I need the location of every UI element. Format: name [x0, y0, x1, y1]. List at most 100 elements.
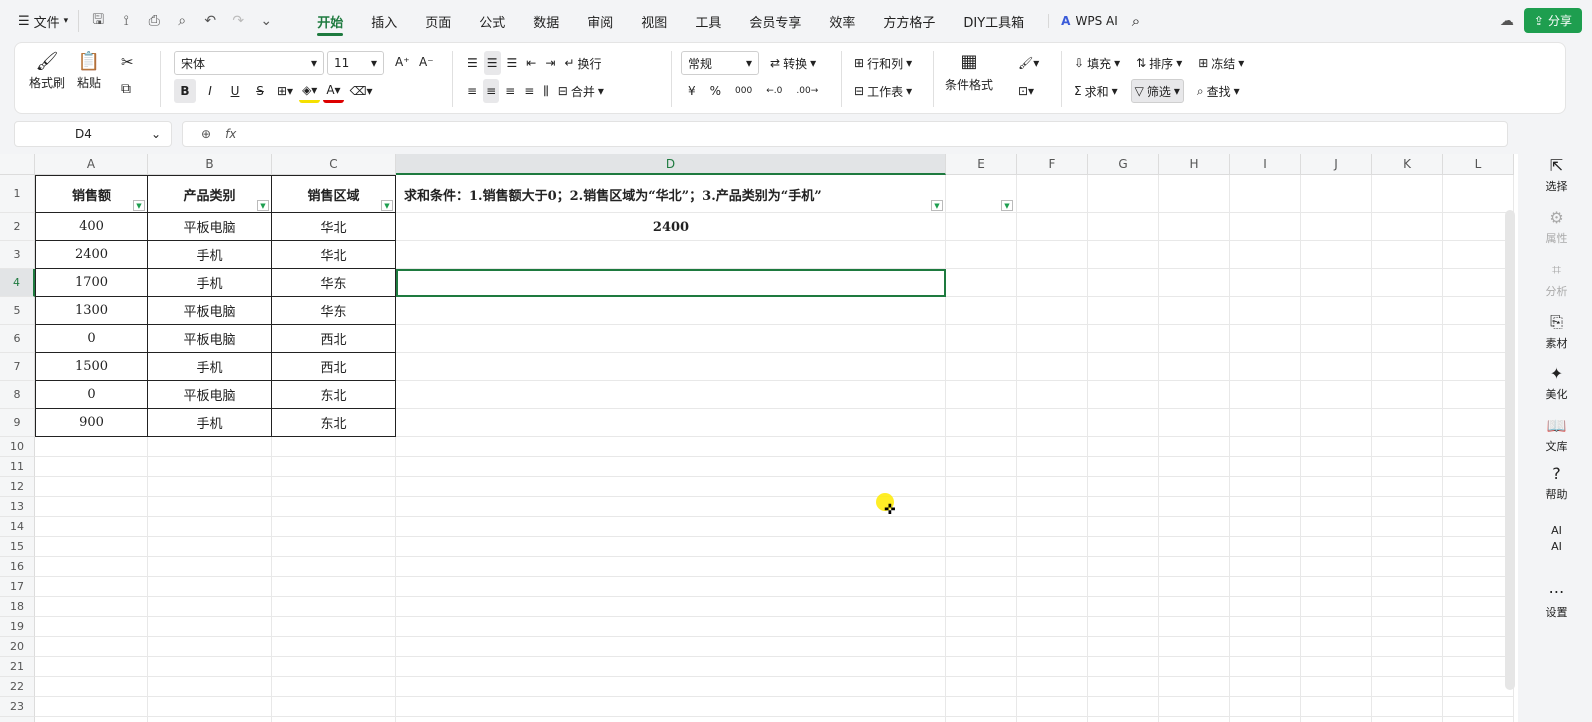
conditional-format-button[interactable]: ▦ 条件格式 [945, 51, 993, 93]
share-button[interactable]: ⇪ 分享 [1523, 8, 1582, 33]
grid-cell[interactable] [1088, 325, 1159, 353]
more-chevron-icon[interactable]: ⌄ [255, 10, 277, 32]
row-header-8[interactable]: 8 [0, 381, 35, 409]
grid-cell[interactable] [1088, 577, 1159, 597]
grid-cell[interactable] [946, 325, 1017, 353]
grid-cell[interactable] [1159, 437, 1230, 457]
grid-cell[interactable] [1443, 597, 1514, 617]
grid-cell[interactable] [946, 537, 1017, 557]
row-header-23[interactable]: 23 [0, 697, 35, 717]
grid-cell[interactable] [1443, 269, 1514, 297]
grid-cell[interactable] [1159, 497, 1230, 517]
grid-cell[interactable] [1088, 657, 1159, 677]
tab-7[interactable]: 工具 [681, 0, 735, 42]
grid-cell[interactable] [946, 381, 1017, 409]
grid-cell[interactable] [35, 437, 148, 457]
font-size-select[interactable]: 11 ▾ [327, 51, 384, 75]
row-header-21[interactable]: 21 [0, 657, 35, 677]
grid-cell[interactable] [272, 477, 396, 497]
grid-cell[interactable] [1372, 241, 1443, 269]
fx-icon[interactable]: fx [225, 127, 236, 141]
grid-cell[interactable] [1230, 437, 1301, 457]
convert-button[interactable]: ⇄ 转换 ▾ [767, 51, 819, 75]
grid-cell[interactable] [1301, 325, 1372, 353]
tab-10[interactable]: 方方格子 [869, 0, 949, 42]
row-header-7[interactable]: 7 [0, 353, 35, 381]
grid-cell[interactable] [396, 617, 946, 637]
grid-cell[interactable] [148, 537, 272, 557]
grid-cell[interactable] [1230, 697, 1301, 717]
column-header-L[interactable]: L [1443, 154, 1514, 175]
table-cell[interactable]: 1700 [35, 269, 148, 297]
grid-cell[interactable] [1088, 717, 1159, 722]
table-cell[interactable]: 华东 [272, 269, 396, 297]
grid-cell[interactable] [1443, 353, 1514, 381]
formula-input[interactable]: ⊕ fx [182, 121, 1508, 147]
grid-cell[interactable] [1372, 269, 1443, 297]
grid-cell[interactable] [148, 597, 272, 617]
column-header-F[interactable]: F [1017, 154, 1088, 175]
spreadsheet-grid[interactable]: A B C D E F G H I J K L 1 2 3 4 5 6 7 8 9 10 11 12 13 14 15 16 17 18 1… [0, 154, 1518, 722]
grid-cell[interactable] [1159, 577, 1230, 597]
row-header-11[interactable]: 11 [0, 457, 35, 477]
criteria-text-cell[interactable]: 求和条件：1.销售额大于0；2.销售区域为“华北”；3.产品类别为“手机” [404, 175, 944, 213]
grid-cell[interactable] [1088, 175, 1159, 213]
row-header-17[interactable]: 17 [0, 577, 35, 597]
grid-cell[interactable] [946, 657, 1017, 677]
grid-cell[interactable] [35, 577, 148, 597]
row-header-9[interactable]: 9 [0, 409, 35, 437]
grid-cell[interactable] [1159, 269, 1230, 297]
grid-cell[interactable] [1372, 381, 1443, 409]
table-cell[interactable]: 400 [35, 213, 148, 241]
grid-cell[interactable] [148, 437, 272, 457]
percent-button[interactable]: % [707, 79, 724, 103]
grid-cell[interactable] [1372, 297, 1443, 325]
grid-cell[interactable] [1372, 637, 1443, 657]
grid-cell[interactable] [148, 677, 272, 697]
table-cell[interactable]: 0 [35, 381, 148, 409]
grid-cell[interactable] [1088, 637, 1159, 657]
grid-cell[interactable] [1230, 297, 1301, 325]
grid-cell[interactable] [1088, 353, 1159, 381]
row-header-15[interactable]: 15 [0, 537, 35, 557]
column-header-G[interactable]: G [1088, 154, 1159, 175]
increase-decimal-icon[interactable]: ←.0 [763, 79, 785, 103]
grid-cell[interactable] [35, 637, 148, 657]
grid-cell[interactable] [148, 697, 272, 717]
decrease-decimal-icon[interactable]: .00→ [793, 79, 821, 103]
filter-dropdown-icon[interactable]: ▼ [1001, 200, 1013, 211]
italic-button[interactable]: I [199, 79, 221, 103]
table-cell[interactable]: 0 [35, 325, 148, 353]
grid-cell[interactable] [1230, 457, 1301, 477]
grid-cell[interactable] [1088, 677, 1159, 697]
indent-increase-icon[interactable]: ⇥ [542, 51, 558, 75]
table-cell[interactable]: 东北 [272, 409, 396, 437]
grid-cell[interactable] [946, 637, 1017, 657]
table-cell[interactable]: 手机 [148, 409, 272, 437]
bold-button[interactable]: B [174, 79, 196, 103]
grid-cell[interactable] [1017, 353, 1088, 381]
grid-cell[interactable] [1088, 457, 1159, 477]
grid-cell[interactable] [1372, 353, 1443, 381]
fill-color-icon[interactable]: ◈▾ [299, 79, 321, 103]
grid-cell[interactable] [272, 537, 396, 557]
wps-ai-button[interactable]: A WPS AI [1048, 14, 1118, 28]
filter-dropdown-icon[interactable]: ▼ [931, 200, 943, 211]
grid-cell[interactable] [946, 677, 1017, 697]
grid-cell[interactable] [35, 517, 148, 537]
grid-cell[interactable] [396, 717, 946, 722]
grid-cell[interactable] [1301, 269, 1372, 297]
tab-11[interactable]: DIY工具箱 [949, 0, 1038, 42]
table-cell[interactable]: 平板电脑 [148, 381, 272, 409]
wrap-text-button[interactable]: ↵ 换行 [561, 51, 604, 75]
grid-cell[interactable] [1372, 657, 1443, 677]
table-cell[interactable]: 手机 [148, 241, 272, 269]
decrease-font-icon[interactable]: A⁻ [419, 55, 434, 69]
row-header-6[interactable]: 6 [0, 325, 35, 353]
grid-cell[interactable] [1443, 297, 1514, 325]
number-format-select[interactable]: 常规 ▾ [681, 51, 759, 75]
grid-cell[interactable] [1017, 175, 1088, 213]
grid-cell[interactable] [35, 497, 148, 517]
align-middle-icon[interactable]: ☰ [483, 51, 501, 75]
grid-cell[interactable] [1301, 297, 1372, 325]
